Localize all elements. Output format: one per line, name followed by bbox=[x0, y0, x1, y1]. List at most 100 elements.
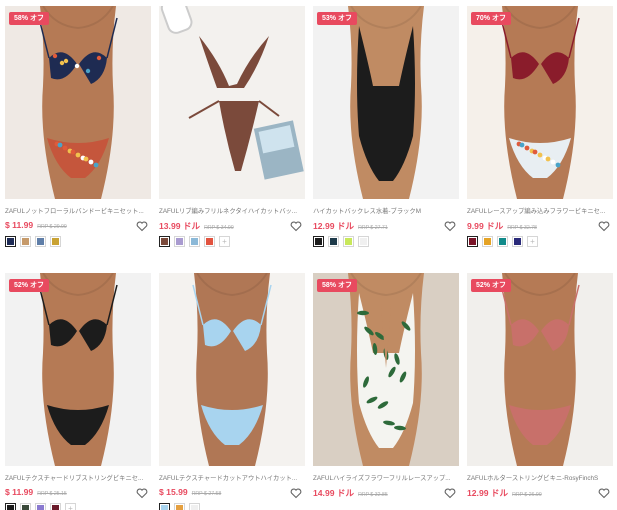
product-image[interactable] bbox=[159, 6, 305, 199]
color-swatch[interactable] bbox=[328, 236, 339, 247]
product-card[interactable]: ZAFULテクスチャードカットアウトハイカット... $ 15.99 RRP $… bbox=[159, 273, 305, 510]
product-card[interactable]: ZAFULリブ編みフリルネクタイハイカットバッ... 13.99 ドル RRP … bbox=[159, 6, 305, 248]
product-image[interactable]: 52% オフ bbox=[5, 273, 151, 466]
product-photo bbox=[313, 6, 459, 199]
wishlist-heart-icon[interactable] bbox=[290, 219, 302, 232]
product-card[interactable]: 70% オフ ZAFULレースアップ編み込みフラワービキニセ... 9.99 ド… bbox=[467, 6, 613, 248]
product-card[interactable]: 52% オフ ZAFULテクスチャードリブストリングビキニセ... $ 11.9… bbox=[5, 273, 151, 510]
product-card[interactable]: 58% オフ ZAFULノットフローラルバンドービキニセット... $ 11.9… bbox=[5, 6, 151, 248]
wishlist-heart-icon[interactable] bbox=[444, 219, 456, 232]
color-swatch[interactable] bbox=[343, 236, 354, 247]
color-swatch[interactable] bbox=[5, 503, 16, 510]
rrp-price: RRP $ 27.58 bbox=[191, 491, 222, 497]
sale-price: 12.99 ドル bbox=[313, 221, 355, 231]
color-swatch[interactable] bbox=[313, 236, 324, 247]
product-title[interactable]: ZAFULホルターストリングビキニ-RosyFinchS bbox=[467, 474, 613, 484]
discount-badge: 52% オフ bbox=[9, 279, 49, 292]
rrp-price: RRP $ 34.99 bbox=[204, 225, 234, 231]
rrp-price: RRP $ 32.85 bbox=[358, 492, 388, 498]
price-row: 12.99 ドル RRP $ 26.99 bbox=[467, 487, 613, 501]
color-swatch[interactable] bbox=[35, 503, 46, 510]
product-image[interactable]: 52% オフ bbox=[467, 273, 613, 466]
product-image[interactable] bbox=[159, 273, 305, 466]
color-swatches bbox=[313, 503, 459, 510]
sale-price: 14.99 ドル bbox=[313, 488, 355, 498]
product-card[interactable]: 52% オフ ZAFULホルターストリングビキニ-RosyFinchS 12.9… bbox=[467, 273, 613, 510]
color-swatch[interactable] bbox=[50, 236, 61, 247]
color-swatches: + bbox=[5, 503, 151, 510]
product-title[interactable]: ハイカットバックレス水着-ブラックM bbox=[313, 207, 459, 217]
product-grid: 58% オフ ZAFULノットフローラルバンドービキニセット... $ 11.9… bbox=[0, 0, 617, 510]
product-card[interactable]: 53% オフ ハイカットバックレス水着-ブラックM 12.99 ドル RRP $… bbox=[313, 6, 459, 248]
sale-price: 13.99 ドル bbox=[159, 221, 201, 231]
color-swatch[interactable] bbox=[204, 236, 215, 247]
product-photo bbox=[313, 273, 459, 466]
color-swatch[interactable] bbox=[20, 503, 31, 510]
price-row: $ 11.99 RRP $ 25.15 bbox=[5, 487, 151, 501]
color-swatches: + bbox=[159, 236, 305, 248]
product-title[interactable]: ZAFULノットフローラルバンドービキニセット... bbox=[5, 207, 151, 217]
sale-price: $ 11.99 bbox=[5, 220, 34, 230]
rrp-price: RRP $ 27.71 bbox=[358, 225, 388, 231]
product-image[interactable]: 58% オフ bbox=[313, 273, 459, 466]
color-swatch[interactable] bbox=[159, 503, 170, 510]
product-title[interactable]: ZAFULハイライズフラワーフリルレースアップ... bbox=[313, 474, 459, 484]
color-swatch[interactable] bbox=[189, 236, 200, 247]
product-photo bbox=[467, 6, 613, 199]
wishlist-heart-icon[interactable] bbox=[136, 486, 148, 499]
sale-price: 9.99 ドル bbox=[467, 221, 504, 231]
color-swatch[interactable] bbox=[467, 236, 478, 247]
sale-price: $ 15.99 bbox=[159, 487, 188, 497]
color-swatch[interactable] bbox=[482, 236, 493, 247]
color-swatches bbox=[5, 236, 151, 248]
product-title[interactable]: ZAFULテクスチャードリブストリングビキニセ... bbox=[5, 474, 151, 484]
wishlist-heart-icon[interactable] bbox=[598, 219, 610, 232]
rrp-price: RRP $ 32.78 bbox=[507, 225, 537, 231]
product-card[interactable]: 58% オフ ZAFULハイライズフラワーフリルレースアップ... 14.99 … bbox=[313, 273, 459, 510]
color-swatch[interactable] bbox=[35, 236, 46, 247]
product-photo bbox=[159, 6, 305, 199]
wishlist-heart-icon[interactable] bbox=[444, 486, 456, 499]
more-colors-icon[interactable]: + bbox=[527, 236, 538, 247]
product-photo bbox=[5, 6, 151, 199]
product-title[interactable]: ZAFULリブ編みフリルネクタイハイカットバッ... bbox=[159, 207, 305, 217]
product-image[interactable]: 58% オフ bbox=[5, 6, 151, 199]
price-row: 13.99 ドル RRP $ 34.99 bbox=[159, 220, 305, 234]
color-swatch[interactable] bbox=[50, 503, 61, 510]
sale-price: 12.99 ドル bbox=[467, 488, 509, 498]
discount-badge: 70% オフ bbox=[471, 12, 511, 25]
color-swatch[interactable] bbox=[5, 236, 16, 247]
product-photo bbox=[5, 273, 151, 466]
wishlist-heart-icon[interactable] bbox=[290, 486, 302, 499]
color-swatches: + bbox=[467, 236, 613, 248]
color-swatches bbox=[313, 236, 459, 248]
color-swatch[interactable] bbox=[20, 236, 31, 247]
product-image[interactable]: 70% オフ bbox=[467, 6, 613, 199]
discount-badge: 58% オフ bbox=[317, 279, 357, 292]
sale-price: $ 11.99 bbox=[5, 487, 34, 497]
color-swatch[interactable] bbox=[358, 236, 369, 247]
color-swatch[interactable] bbox=[159, 236, 170, 247]
price-row: 14.99 ドル RRP $ 32.85 bbox=[313, 487, 459, 501]
rrp-price: RRP $ 29.99 bbox=[37, 224, 67, 230]
rrp-price: RRP $ 26.99 bbox=[512, 492, 542, 498]
color-swatches bbox=[467, 503, 613, 510]
color-swatch[interactable] bbox=[174, 236, 185, 247]
product-title[interactable]: ZAFULレースアップ編み込みフラワービキニセ... bbox=[467, 207, 613, 217]
product-photo bbox=[159, 273, 305, 466]
product-photo bbox=[467, 273, 613, 466]
more-colors-icon[interactable]: + bbox=[219, 236, 230, 247]
color-swatch[interactable] bbox=[497, 236, 508, 247]
color-swatch[interactable] bbox=[512, 236, 523, 247]
wishlist-heart-icon[interactable] bbox=[598, 486, 610, 499]
product-title[interactable]: ZAFULテクスチャードカットアウトハイカット... bbox=[159, 474, 305, 484]
color-swatch[interactable] bbox=[189, 503, 200, 510]
more-colors-icon[interactable]: + bbox=[65, 503, 76, 510]
price-row: 12.99 ドル RRP $ 27.71 bbox=[313, 220, 459, 234]
discount-badge: 58% オフ bbox=[9, 12, 49, 25]
color-swatch[interactable] bbox=[174, 503, 185, 510]
discount-badge: 52% オフ bbox=[471, 279, 511, 292]
wishlist-heart-icon[interactable] bbox=[136, 219, 148, 232]
price-row: $ 11.99 RRP $ 29.99 bbox=[5, 220, 151, 234]
product-image[interactable]: 53% オフ bbox=[313, 6, 459, 199]
